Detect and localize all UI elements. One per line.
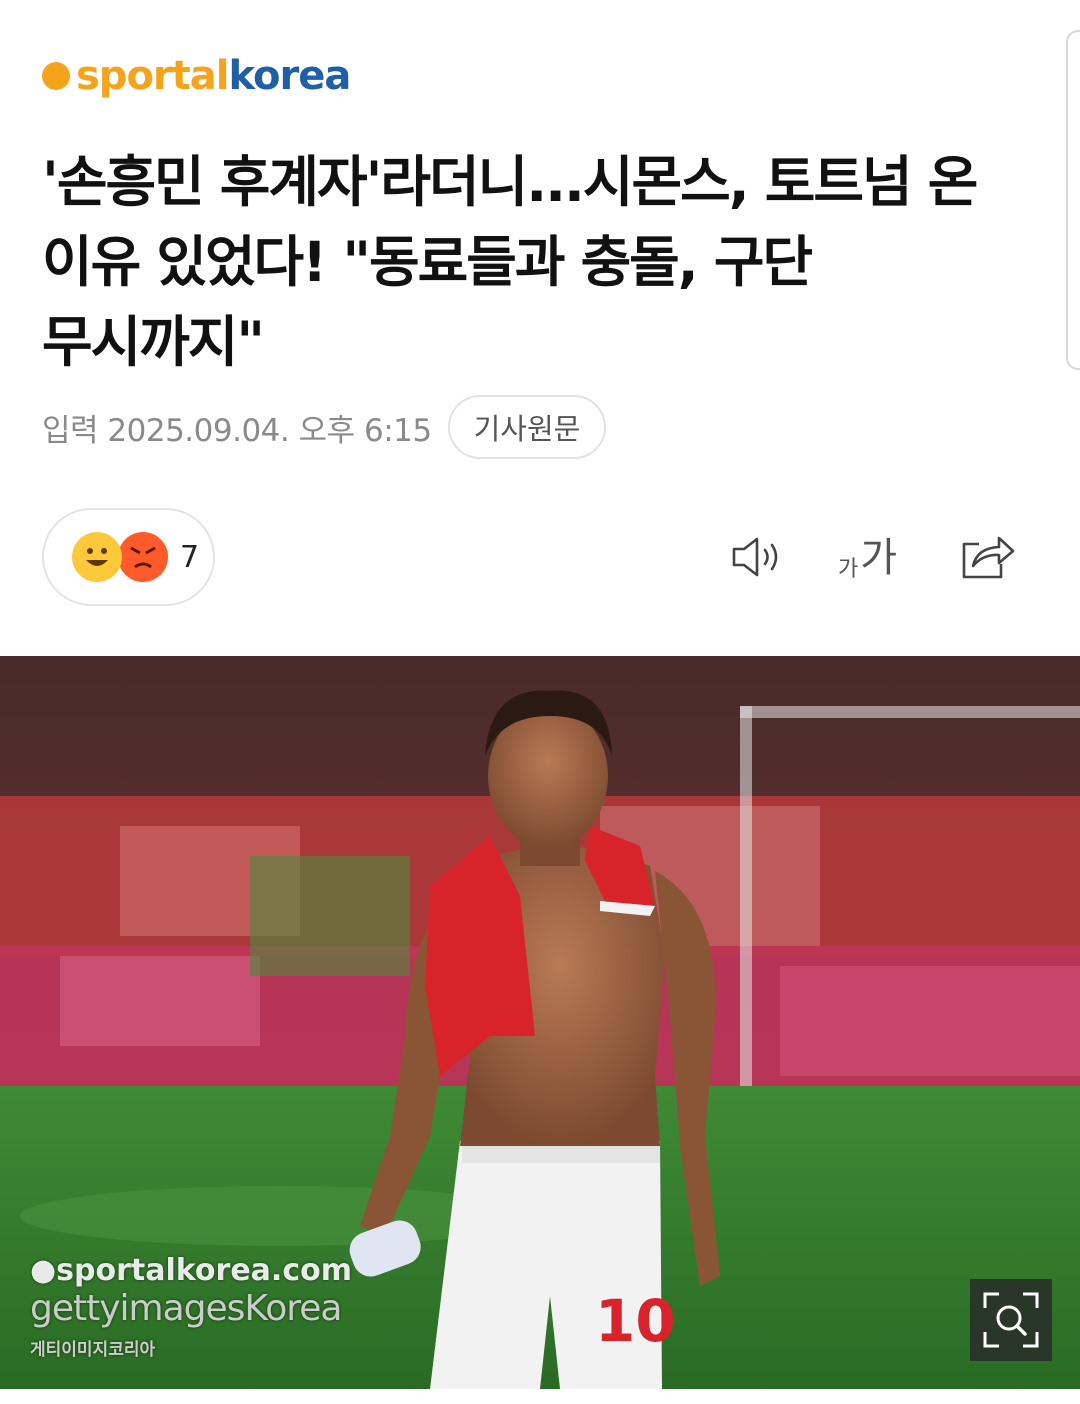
font-size-small-label: 가	[838, 557, 859, 582]
published-date: 입력 2025.09.04. 오후 6:15	[42, 412, 432, 449]
font-size-large-label: 가	[860, 535, 898, 581]
sportalkorea-logo[interactable]: sportalkorea	[42, 52, 351, 100]
speaker-button[interactable]	[727, 527, 787, 587]
scrollbar[interactable]	[1066, 30, 1080, 370]
happy-face-icon	[72, 532, 122, 582]
font-size-button[interactable]: 가 가	[838, 533, 897, 583]
share-icon	[956, 527, 1016, 587]
logo-korea: korea	[228, 53, 351, 99]
angry-face-icon	[118, 532, 168, 582]
reaction-count: 7	[180, 539, 200, 575]
zoom-icon	[983, 1292, 1039, 1348]
logo-text: sportalkorea	[76, 53, 351, 99]
watermark-getty: gettyimagesKorea	[30, 1288, 342, 1329]
article-photo[interactable]: 10 ●sportalkorea.com gettyimagesKorea 게티…	[0, 656, 1080, 1389]
reaction-button[interactable]: 7	[42, 508, 215, 606]
jersey-number: 10	[595, 1287, 676, 1355]
original-article-button[interactable]: 기사원문	[447, 395, 607, 459]
zoom-button[interactable]	[970, 1279, 1052, 1361]
watermark-site: ●sportalkorea.com	[30, 1253, 352, 1288]
logo-dot	[42, 62, 70, 90]
speaker-icon	[727, 527, 787, 587]
logo-sportal: sportal	[76, 53, 229, 99]
article-headline: '손흥민 후계자'라더니...시몬스, 토트넘 온 이유 있었다! "동료들과 …	[42, 150, 978, 374]
share-button[interactable]	[956, 527, 1016, 587]
article-meta: 입력 2025.09.04. 오후 6:15 기사원문	[42, 394, 607, 460]
watermark-korean: 게티이미지코리아	[30, 1340, 156, 1360]
